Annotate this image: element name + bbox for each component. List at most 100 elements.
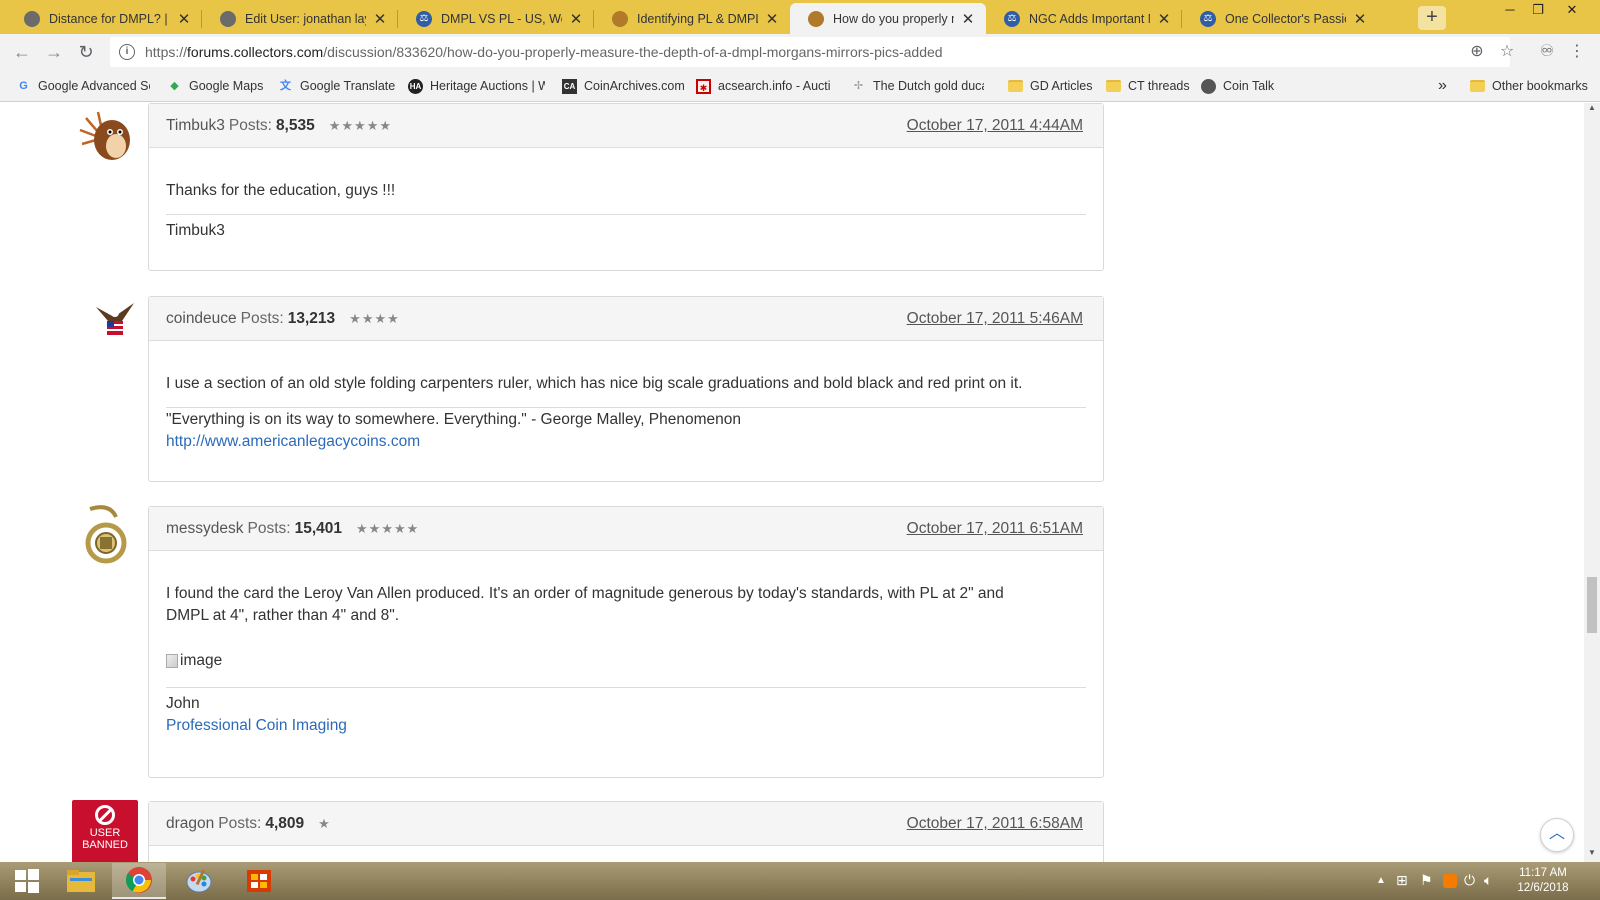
post-header: coindeuce Posts: 13,213 ★★★★ October 17,… [149,297,1103,341]
start-button[interactable] [0,863,54,899]
bookmark-google-advanced-search[interactable]: G Google Advanced Search [16,76,150,96]
bookmark-google-translate[interactable]: 文 Google Translate [278,76,395,96]
tab-edit-user[interactable]: Edit User: jonathan layne ✕ [202,3,398,34]
network-icon[interactable]: ⊞ [1396,872,1408,889]
bookmark-label: CT threads [1128,79,1190,93]
taskbar-file-explorer[interactable] [54,863,108,899]
menu-icon[interactable]: ⋮ [1567,42,1587,62]
forward-button[interactable]: → [42,40,66,64]
bookmark-dutch-ducat[interactable]: ✢ The Dutch gold ducat [851,76,984,96]
acsearch-icon: ✱ [696,78,711,94]
post-text: Thanks for the education, guys !!! [166,182,396,199]
post-header: messydesk Posts: 15,401 ★★★★★ October 17… [149,507,1103,551]
post-date-link[interactable]: October 17, 2011 4:44AM [907,117,1083,135]
avatar[interactable] [92,295,138,341]
url-text[interactable]: https://forums.collectors.com/discussion… [145,44,943,60]
taskbar-paint[interactable] [172,863,226,899]
bookmark-label: GD Articles [1030,79,1093,93]
rank-stars: ★ [318,815,331,831]
post-date-link[interactable]: October 17, 2011 5:46AM [907,310,1083,328]
post-date-link[interactable]: October 17, 2011 6:58AM [907,815,1083,833]
post-author[interactable]: Timbuk3 [166,117,225,135]
tab-one-collectors-passion[interactable]: ⚖ One Collector's Passion: The DMPL ✕ [1182,3,1378,34]
close-tab-icon[interactable]: ✕ [764,10,780,28]
extension-icon[interactable]: ♾ [1537,42,1557,62]
bookmark-heritage-auctions[interactable]: HA Heritage Auctions | World [408,76,545,96]
tab-ngc-adds[interactable]: ⚖ NGC Adds Important New Designations ✕ [986,3,1182,34]
scroll-to-top-button[interactable]: ︿ [1540,818,1574,852]
signature-link[interactable]: http://www.americanlegacycoins.com [166,431,1086,453]
close-tab-icon[interactable]: ✕ [568,10,584,28]
reload-button[interactable]: ↻ [74,40,98,64]
translate-page-icon[interactable]: ⊕ [1467,42,1487,62]
scroll-down-arrow[interactable]: ▼ [1584,848,1600,862]
back-button[interactable]: ← [10,40,34,64]
post-author[interactable]: messydesk [166,520,244,538]
tab-how-do-you-measure[interactable]: How do you properly measure the depth ✕ [790,3,986,34]
scroll-up-arrow[interactable]: ▲ [1584,103,1600,117]
address-bar[interactable]: i https://forums.collectors.com/discussi… [110,37,1510,67]
coinarchives-icon: CA [562,78,577,94]
bookmark-label: Other bookmarks [1492,79,1588,93]
power-icon[interactable]: ⏻ [1464,872,1475,889]
post-header: dragon Posts: 4,809 ★ October 17, 2011 6… [149,802,1103,846]
post-body: Thanks for the education, guys !!! Timbu… [149,180,1103,242]
bookmarks-bar: G Google Advanced Search ◆ Google Maps 文… [0,70,1600,102]
bookmark-google-maps[interactable]: ◆ Google Maps [167,76,263,96]
other-bookmarks-folder[interactable]: Other bookmarks [1470,76,1588,96]
tab-dmpl-vs-pl[interactable]: ⚖ DMPL VS PL - US, World, and Ancient Co… [398,3,594,34]
signature-link[interactable]: Professional Coin Imaging [166,715,1086,737]
page-scrollbar[interactable]: ▲ ▼ [1584,103,1600,862]
bookmark-coinarchives[interactable]: CA CoinArchives.com [562,76,685,96]
bookmark-label: Google Translate [300,79,396,93]
volume-icon[interactable]: 🔈︎ [1484,872,1492,889]
new-tab-button[interactable]: + [1418,6,1446,30]
bookmark-acsearch[interactable]: ✱ acsearch.info - Auction [696,76,830,96]
close-tab-icon[interactable]: ✕ [1156,10,1172,28]
bookmark-coin-talk[interactable]: Coin Talk [1201,76,1274,96]
folder-icon [1008,80,1023,92]
avatar[interactable] [80,503,130,571]
posts-count: 8,535 [275,116,315,134]
posts-label: Posts: [218,814,262,832]
close-tab-icon[interactable]: ✕ [372,10,388,28]
system-clock[interactable]: 11:17 AM 12/6/2018 [1508,866,1578,896]
taskbar-office-app[interactable] [232,863,286,899]
post-author[interactable]: coindeuce [166,310,237,328]
dutch-ducat-icon: ✢ [853,79,864,92]
close-tab-icon[interactable]: ✕ [1352,10,1368,28]
show-hidden-icons[interactable]: ▲ [1376,875,1386,886]
rank-stars: ★★★★★ [356,520,420,536]
post-image[interactable]: image [166,650,1086,672]
tab-identifying-pl[interactable]: Identifying PL & DMPL Morgans ✕ [594,3,790,34]
signature-text: Timbuk3 [166,222,225,239]
tab-title: One Collector's Passion: The DMPL [1225,11,1346,26]
bookmark-gd-articles[interactable]: GD Articles [1008,76,1093,96]
close-window-icon[interactable]: ✕ [1552,0,1592,24]
post-text: I found the card the Leroy Van Allen pro… [166,585,1004,602]
post-author[interactable]: dragon [166,815,214,833]
tab-title: NGC Adds Important New Designations [1029,11,1150,26]
tab-distance-for-dmpl[interactable]: Distance for DMPL? | Coin Talk ✕ [6,3,202,34]
avatar[interactable] [72,106,138,170]
posts-count: 15,401 [294,519,343,537]
taskbar-chrome[interactable] [112,863,166,899]
translate-icon: 文 [280,79,291,92]
post-text: I use a section of an old style folding … [166,375,1023,392]
bookmark-label: Google Maps [189,79,264,93]
clock-time: 11:17 AM [1519,867,1567,879]
maps-icon: ◆ [170,79,179,92]
windows-taskbar: ▲ ⊞ ⚑ ⏻ 🔈︎ 11:17 AM 12/6/2018 [0,862,1600,900]
action-center-flag-icon[interactable]: ⚑ [1420,872,1433,889]
notification-app-icon[interactable] [1443,874,1457,888]
close-tab-icon[interactable]: ✕ [960,10,976,28]
scrollbar-thumb[interactable] [1587,577,1597,633]
post-date-link[interactable]: October 17, 2011 6:51AM [907,520,1083,538]
avatar-user-banned[interactable]: USER BANNED [72,800,138,862]
tab-strip: Distance for DMPL? | Coin Talk ✕ Edit Us… [0,0,1600,34]
site-info-icon[interactable]: i [119,44,135,60]
close-tab-icon[interactable]: ✕ [176,10,192,28]
bookmark-ct-threads[interactable]: CT threads [1106,76,1190,96]
bookmark-star-icon[interactable]: ☆ [1497,42,1517,62]
more-bookmarks-button[interactable]: » [1438,76,1447,96]
